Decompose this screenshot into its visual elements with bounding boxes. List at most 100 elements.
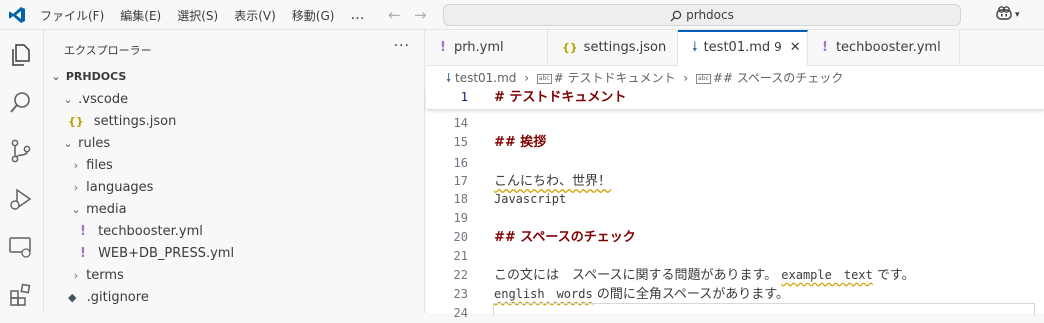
line-text: english words の間に全角スペースがあります。 xyxy=(494,285,789,304)
tree-label: languages xyxy=(86,180,154,195)
source-control-icon[interactable] xyxy=(8,138,34,164)
code-line: 14 xyxy=(426,114,1044,133)
menu-view[interactable]: 表示(V) xyxy=(234,7,276,24)
tree-label: settings.json xyxy=(93,114,177,129)
line-text: ## 挨拶 xyxy=(494,135,547,150)
yaml-file-icon: ! xyxy=(80,224,86,239)
line-number: 15 xyxy=(453,135,468,149)
tab-prh-yml[interactable]: ! prh.yml xyxy=(426,30,548,65)
tree-item-terms[interactable]: › terms xyxy=(44,265,450,287)
line-text: Javascript xyxy=(494,192,567,206)
line-number: 24 xyxy=(453,306,468,320)
breadcrumb-file[interactable]: test01.md xyxy=(455,71,516,85)
back-arrow-icon[interactable]: ← xyxy=(388,6,401,24)
line-number: 22 xyxy=(453,268,468,282)
line-number: 19 xyxy=(453,211,468,225)
code-line: 18 Javascript xyxy=(426,190,1044,209)
code-line: 15 ## 挨拶 xyxy=(426,133,1044,152)
search-icon xyxy=(670,10,682,21)
breadcrumb-section2[interactable]: ## スペースのチェック xyxy=(713,71,844,85)
tree-item-files[interactable]: › files xyxy=(44,155,450,177)
more-actions-icon[interactable]: ··· xyxy=(394,38,410,54)
command-center-search[interactable]: prhdocs xyxy=(443,4,961,26)
markdown-file-icon: 🠗 xyxy=(446,71,452,85)
tree-item-rules[interactable]: ⌄ rules xyxy=(44,133,442,155)
json-file-icon: {} xyxy=(562,41,578,54)
json-file-icon: {} xyxy=(68,115,84,128)
run-debug-icon[interactable] xyxy=(8,186,34,212)
breadcrumb-section1[interactable]: # テストドキュメント xyxy=(554,71,676,85)
tree-item-techbooster-yml[interactable]: ! techbooster.yml xyxy=(44,221,458,243)
code-line: 1 # テストドキュメント xyxy=(426,88,1044,107)
tree-label: media xyxy=(86,202,127,217)
editor-area[interactable]: 🠗 test01.md › abc # テストドキュメント › abc ## スペー… xyxy=(426,66,1044,320)
extensions-icon[interactable] xyxy=(8,282,34,308)
chevron-right-icon: › xyxy=(73,159,79,172)
tree-item-languages[interactable]: › languages xyxy=(44,177,450,199)
tree-item-media[interactable]: ⌄ media xyxy=(44,199,450,221)
menu-file[interactable]: ファイル(F) xyxy=(40,7,104,24)
search-text: prhdocs xyxy=(686,8,734,22)
chevron-down-icon: ⌄ xyxy=(51,70,61,83)
menu-go[interactable]: 移動(G) xyxy=(292,7,335,24)
tab-label: techbooster.yml xyxy=(835,40,941,55)
line-number: 20 xyxy=(453,230,468,244)
tab-techbooster-yml[interactable]: ! techbooster.yml xyxy=(808,30,960,65)
tree-label: .gitignore xyxy=(86,290,149,305)
remote-explorer-icon[interactable] xyxy=(8,234,34,260)
close-icon[interactable]: ✕ xyxy=(790,40,801,55)
code-line: 17 こんにちわ、世界！ xyxy=(426,172,1044,191)
tree-item-settings-json[interactable]: {} settings.json xyxy=(44,111,448,133)
search-icon[interactable] xyxy=(8,90,34,116)
tab-test01-md[interactable]: 🠗 test01.md 9 ✕ xyxy=(678,30,808,66)
line-text: # テストドキュメント xyxy=(494,90,627,105)
vscode-logo-icon xyxy=(9,7,25,23)
code-line: 20 ## スペースのチェック xyxy=(426,228,1044,247)
copilot-button[interactable]: ▾ xyxy=(996,5,1020,21)
tree-item-vscode[interactable]: ⌄ .vscode xyxy=(44,89,442,111)
yaml-file-icon: ! xyxy=(440,40,446,55)
tree-item-gitignore[interactable]: ◆ .gitignore xyxy=(44,287,448,309)
code-line: 24 xyxy=(426,304,1044,323)
tree-item-webdb-press-yml[interactable]: ! WEB+DB_PRESS.yml xyxy=(44,243,458,265)
symbol-string-icon: abc xyxy=(536,73,552,84)
line-number: 21 xyxy=(453,249,468,263)
code-line: 23 english words の間に全角スペースがあります。 xyxy=(426,285,1044,304)
tab-settings-json[interactable]: {} settings.json xyxy=(548,30,678,65)
tab-label: settings.json xyxy=(583,40,667,55)
yaml-file-icon: ! xyxy=(80,246,86,261)
tree-label: .vscode xyxy=(78,92,129,107)
chevron-down-icon: ⌄ xyxy=(63,93,73,106)
text-segment: english words xyxy=(494,287,593,301)
git-file-icon: ◆ xyxy=(68,291,77,304)
tree-label: PRHDOCS xyxy=(65,70,127,83)
line-number: 14 xyxy=(453,116,468,130)
text-segment: example text xyxy=(781,268,873,282)
menu-bar: ファイル(F) 編集(E) 選択(S) 表示(V) 移動(G) … xyxy=(40,0,381,30)
chevron-down-icon: ⌄ xyxy=(71,203,81,216)
editor-tabs: ! prh.yml {} settings.json 🠗 test01.md 9 ✕ ! t… xyxy=(426,30,1044,66)
problem-count-badge: 9 xyxy=(774,40,782,54)
menu-selection[interactable]: 選択(S) xyxy=(177,7,218,24)
code-line: 21 xyxy=(426,247,1044,266)
chevron-down-icon: ⌄ xyxy=(63,137,73,150)
line-text: ## スペースのチェック xyxy=(494,230,636,245)
chevron-right-icon: › xyxy=(73,269,79,282)
tree-label: techbooster.yml xyxy=(98,224,203,239)
forward-arrow-icon[interactable]: → xyxy=(414,6,427,24)
line-number: 18 xyxy=(453,192,468,206)
yaml-file-icon: ! xyxy=(822,40,828,55)
sticky-scroll-header[interactable]: 1 # テストドキュメント xyxy=(426,87,1044,109)
tree-label: files xyxy=(86,158,113,173)
markdown-file-icon: 🠗 xyxy=(692,40,698,55)
explorer-icon[interactable] xyxy=(8,42,34,68)
line-number: 17 xyxy=(453,174,468,188)
text-segment: の間に全角スペースがあります。 xyxy=(592,287,789,302)
tree-label: terms xyxy=(86,268,124,283)
code-line: 22 この文には スペースに関する問題があります。 example text で… xyxy=(426,266,1044,285)
tree-root-prhdocs[interactable]: ⌄ PRHDOCS xyxy=(44,66,430,88)
menu-more-icon[interactable]: … xyxy=(350,7,365,23)
menu-edit[interactable]: 編集(E) xyxy=(120,7,161,24)
title-bar: ファイル(F) 編集(E) 選択(S) 表示(V) 移動(G) … ← → pr… xyxy=(0,0,1044,30)
chevron-down-icon[interactable]: ▾ xyxy=(1015,10,1020,20)
